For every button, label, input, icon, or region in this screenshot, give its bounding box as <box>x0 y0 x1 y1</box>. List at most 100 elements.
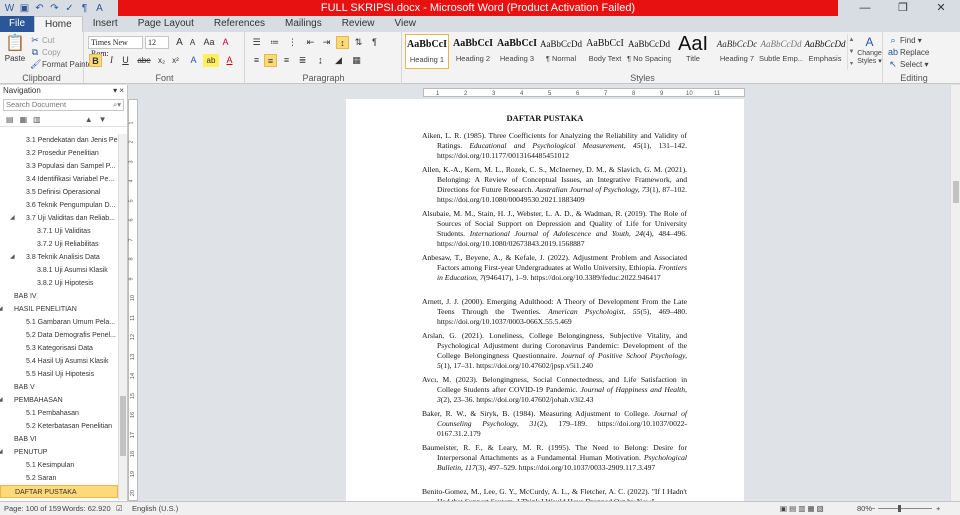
justify-icon[interactable]: ≣ <box>296 54 309 67</box>
format-icon[interactable]: ¶ <box>79 3 90 14</box>
tab-view[interactable]: View <box>385 16 427 32</box>
nav-item[interactable]: 3.3 Populasi dan Sampel P... <box>0 160 118 173</box>
style-title[interactable]: AaI Title <box>671 34 715 69</box>
align-center-icon[interactable]: ≡ <box>264 54 277 67</box>
cut-button[interactable]: ✂ Cut <box>30 35 54 45</box>
nav-item[interactable]: 3.8.1 Uji Asumsi Klasik <box>0 264 118 277</box>
font-size-dropdown[interactable]: 12 <box>145 36 169 49</box>
minimize-button[interactable]: — <box>846 0 884 16</box>
style-emphasis[interactable]: AaBbCcDd Emphasis <box>803 34 847 69</box>
nav-item[interactable]: 3.8.2 Uji Hipotesis <box>0 277 118 290</box>
expand-icon[interactable]: ◢ <box>0 394 3 407</box>
replace-button[interactable]: ab Replace <box>888 47 929 57</box>
nav-item[interactable]: 3.7.1 Uji Validitas <box>0 225 118 238</box>
find-button[interactable]: ⌕ Find ▾ <box>888 35 921 45</box>
grow-font-button[interactable]: A <box>173 36 186 49</box>
zoom-slider-thumb[interactable] <box>898 505 901 512</box>
style-heading-7[interactable]: AaBbCcDc Heading 7 <box>715 34 759 69</box>
nav-item[interactable]: BAB VI <box>0 433 118 446</box>
nav-item[interactable]: 5.3 Kategorisasi Data <box>0 342 118 355</box>
paste-button[interactable]: 📋 Paste <box>4 34 26 63</box>
multilevel-list-icon[interactable]: ⋮ <box>286 36 299 49</box>
bold-button[interactable]: B <box>89 54 102 67</box>
change-case-button[interactable]: Aa <box>201 36 217 49</box>
clear-format-button[interactable]: A <box>219 36 232 49</box>
style-no-spacing[interactable]: AaBbCcDd ¶ No Spacing <box>627 34 671 69</box>
align-right-icon[interactable]: ≡ <box>280 54 293 67</box>
highlight-button[interactable]: ab <box>203 54 219 67</box>
check-icon[interactable]: ✓ <box>64 3 75 14</box>
increase-indent-icon[interactable]: ⇥ <box>320 36 333 49</box>
close-button[interactable]: ✕ <box>922 0 960 16</box>
nav-item[interactable]: 5.1 Pembahasan <box>0 407 118 420</box>
nav-item[interactable]: 5.5 Hasil Uji Hipotesis <box>0 368 118 381</box>
style-subtle-emphasis[interactable]: AaBbCcDd Subtle Emp... <box>759 34 803 69</box>
line-direction-icon[interactable]: ↕ <box>336 36 349 49</box>
font-color-button[interactable]: A <box>223 54 236 67</box>
nav-item[interactable]: 3.7.2 Uji Reliabilitas <box>0 238 118 251</box>
underline-button[interactable]: U <box>119 54 132 67</box>
word-count[interactable]: Words: 62.920 <box>62 502 111 515</box>
expand-icon[interactable]: ◢ <box>0 446 3 459</box>
font-color-icon[interactable]: A <box>94 3 105 14</box>
next-heading-icon[interactable]: ▼ <box>99 115 107 124</box>
view-buttons[interactable]: ▣ ▤ ▥ ▦ ▧ <box>780 502 824 515</box>
numbering-icon[interactable]: ≔ <box>268 36 281 49</box>
show-formatting-button[interactable]: ¶ <box>368 36 381 49</box>
nav-item[interactable]: 5.4 Hasil Uji Asumsi Klasik <box>0 355 118 368</box>
document-page[interactable]: DAFTAR PUSTAKA Aiken, L. R. (1985). Thre… <box>346 99 744 501</box>
copy-button[interactable]: ⧉ Copy <box>30 47 61 57</box>
zoom-out-icon[interactable]: − <box>871 502 875 515</box>
superscript-button[interactable]: x² <box>169 54 182 67</box>
tab-page-layout[interactable]: Page Layout <box>128 16 204 32</box>
vertical-ruler[interactable]: 1 2 3 4 5 6 7 8 9 10 11 12 13 14 15 16 17 18 19 20 <box>128 99 138 501</box>
tab-mailings[interactable]: Mailings <box>275 16 332 32</box>
page-count[interactable]: Page: 100 of 159 <box>4 502 61 515</box>
nav-item[interactable]: BAB IV <box>0 290 118 303</box>
strikethrough-button[interactable]: abe <box>135 54 153 67</box>
navigation-scrollbar[interactable] <box>118 134 127 500</box>
save-icon[interactable]: ▣ <box>19 3 30 14</box>
expand-icon[interactable]: ◢ <box>0 303 3 316</box>
zoom-level[interactable]: 80% <box>857 502 872 515</box>
expand-icon[interactable]: ◢ <box>10 251 15 264</box>
nav-item[interactable]: 3.6 Teknik Pengumpulan D... <box>0 199 118 212</box>
bullets-icon[interactable]: ☰ <box>250 36 263 49</box>
zoom-in-icon[interactable]: + <box>936 502 940 515</box>
italic-button[interactable]: I <box>105 54 118 67</box>
nav-item[interactable]: ◢ 3.8 Teknik Analisis Data <box>0 251 118 264</box>
proofing-icon[interactable]: ☑ <box>116 502 123 515</box>
select-button[interactable]: ↖ Select ▾ <box>888 59 928 69</box>
search-icon[interactable]: ⌕▾ <box>113 100 121 110</box>
style-heading-2[interactable]: AaBbCcI Heading 2 <box>451 34 495 69</box>
nav-item[interactable]: ◢ 3.7 Uji Validitas dan Reliab... <box>0 212 118 225</box>
nav-item[interactable]: ◢ PENUTUP <box>0 446 118 459</box>
tab-home[interactable]: Home <box>34 16 83 32</box>
align-left-icon[interactable]: ≡ <box>250 54 263 67</box>
headings-view-icon[interactable]: ▤ <box>6 115 14 124</box>
pages-view-icon[interactable]: ▦ <box>20 115 28 124</box>
nav-item[interactable]: DAFTAR PUSTAKA <box>0 485 118 498</box>
borders-icon[interactable]: ▦ <box>350 54 363 67</box>
nav-item[interactable]: ◢ HASIL PENELITIAN <box>0 303 118 316</box>
font-name-dropdown[interactable]: Times New Rom: <box>88 36 143 58</box>
nav-item[interactable]: 3.1 Pendekatan dan Jenis Pe... <box>0 134 118 147</box>
tab-file[interactable]: File <box>0 16 34 32</box>
tab-review[interactable]: Review <box>332 16 385 32</box>
shading-icon[interactable]: ◢ <box>332 54 345 67</box>
nav-item[interactable]: 3.4 Identifikasi Variabel Pe... <box>0 173 118 186</box>
tab-references[interactable]: References <box>204 16 275 32</box>
nav-item[interactable]: 3.5 Definisi Operasional <box>0 186 118 199</box>
style-heading-3[interactable]: AaBbCcI Heading 3 <box>495 34 539 69</box>
horizontal-ruler[interactable]: 1 2 3 4 5 6 7 8 9 10 11 <box>423 88 745 97</box>
results-view-icon[interactable]: ▥ <box>33 115 41 124</box>
style-body-text[interactable]: AaBbCcI Body Text <box>583 34 627 69</box>
nav-item[interactable]: 5.2 Saran <box>0 472 118 485</box>
nav-item[interactable]: 5.1 Gambaran Umum Pela... <box>0 316 118 329</box>
nav-item[interactable]: ◢ PEMBAHASAN <box>0 394 118 407</box>
language-indicator[interactable]: English (U.S.) <box>132 502 178 515</box>
nav-item[interactable]: 5.1 Kesimpulan <box>0 459 118 472</box>
subscript-button[interactable]: x₂ <box>155 54 168 67</box>
style-heading-1[interactable]: AaBbCcI Heading 1 <box>405 34 449 69</box>
nav-item[interactable]: 5.2 Keterbatasan Penelitian <box>0 420 118 433</box>
